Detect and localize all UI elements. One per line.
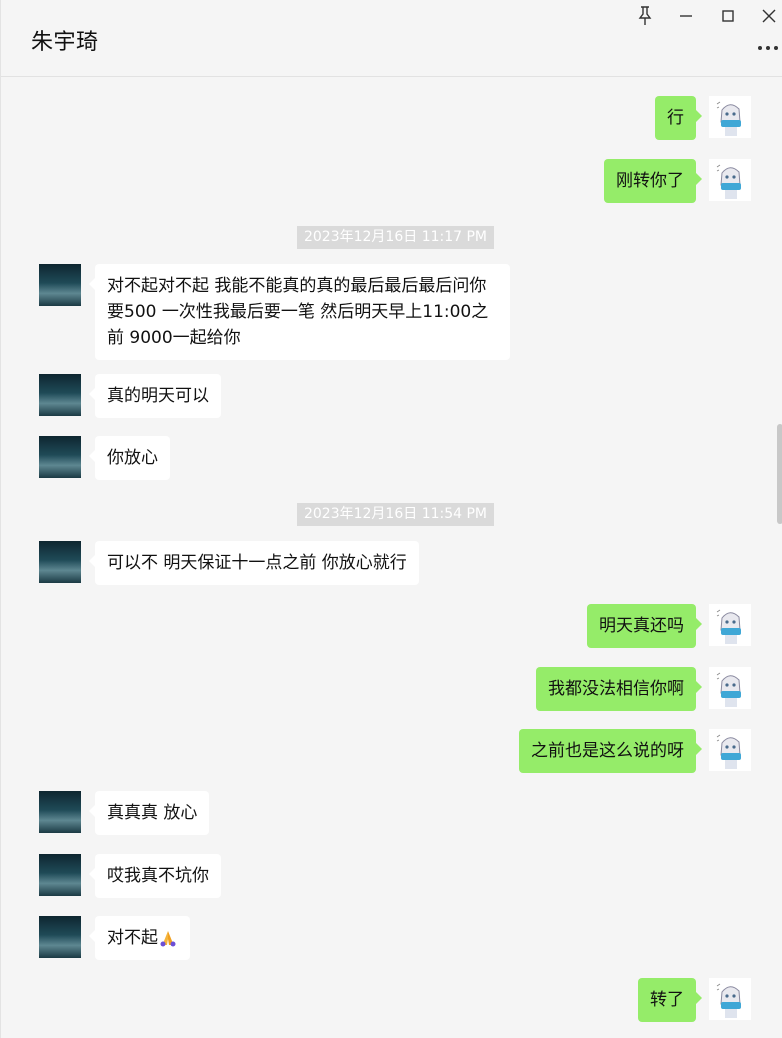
my-avatar[interactable]: [709, 159, 751, 201]
my-avatar[interactable]: [709, 604, 751, 646]
contact-message-bubble[interactable]: 对不起对不起 我能不能真的真的最后最后最后问你要500 一次性我最后要一笔 然后…: [89, 264, 510, 360]
contact-message-bubble[interactable]: 可以不 明天保证十一点之前 你放心就行: [89, 541, 419, 585]
my-message-bubble[interactable]: 明天真还吗: [587, 604, 702, 648]
contact-avatar[interactable]: [39, 436, 81, 478]
contact-message-bubble[interactable]: 你放心: [89, 436, 170, 480]
maximize-icon[interactable]: [716, 4, 740, 28]
pin-icon[interactable]: [633, 4, 657, 28]
my-avatar[interactable]: [709, 978, 751, 1020]
contact-avatar[interactable]: [39, 854, 81, 896]
anime-avatar-icon: [709, 667, 751, 709]
my-message-bubble[interactable]: 我都没法相信你啊: [536, 667, 702, 711]
anime-avatar-icon: [709, 978, 751, 1020]
contact-message-bubble[interactable]: 哎我真不坑你: [89, 854, 221, 898]
message-text: 对不起: [107, 928, 158, 948]
chat-title: 朱宇琦: [31, 30, 99, 55]
my-message-bubble[interactable]: 刚转你了: [604, 159, 702, 203]
anime-avatar-icon: [709, 159, 751, 201]
contact-message-bubble[interactable]: 真的明天可以: [89, 374, 221, 418]
timestamp: 2023年12月16日 11:54 PM: [297, 503, 494, 526]
contact-avatar[interactable]: [39, 374, 81, 416]
close-icon[interactable]: [757, 4, 781, 28]
contact-avatar[interactable]: [39, 791, 81, 833]
anime-avatar-icon: [709, 96, 751, 138]
contact-avatar[interactable]: [39, 916, 81, 958]
message-list[interactable]: 行 刚转你了 2023年12月16日 11:17 PM 对不起对不起 我能不能真…: [1, 77, 782, 1038]
my-message-bubble[interactable]: 转了: [638, 978, 702, 1022]
contact-message-bubble[interactable]: 对不起: [89, 916, 190, 960]
my-message-bubble[interactable]: 之前也是这么说的呀: [519, 729, 702, 773]
contact-message-bubble[interactable]: 真真真 放心: [88, 791, 210, 835]
anime-avatar-icon: [709, 604, 751, 646]
minimize-icon[interactable]: [674, 4, 698, 28]
my-avatar[interactable]: [709, 667, 751, 709]
chat-header: 朱宇琦: [1, 0, 782, 77]
contact-avatar[interactable]: [39, 541, 81, 583]
contact-avatar[interactable]: [39, 264, 81, 306]
my-avatar[interactable]: [709, 96, 751, 138]
chat-window: 朱宇琦 行 刚转你了 2023年12月16日 11:17 PM 对不起对不起 我…: [0, 0, 782, 1038]
timestamp: 2023年12月16日 11:17 PM: [297, 226, 494, 249]
my-message-bubble[interactable]: 行: [655, 96, 702, 140]
my-avatar[interactable]: [709, 729, 751, 771]
scrollbar-thumb[interactable]: [777, 424, 782, 524]
more-dots-icon[interactable]: [755, 36, 781, 60]
praying-hands-icon: [160, 931, 176, 947]
anime-avatar-icon: [709, 729, 751, 771]
